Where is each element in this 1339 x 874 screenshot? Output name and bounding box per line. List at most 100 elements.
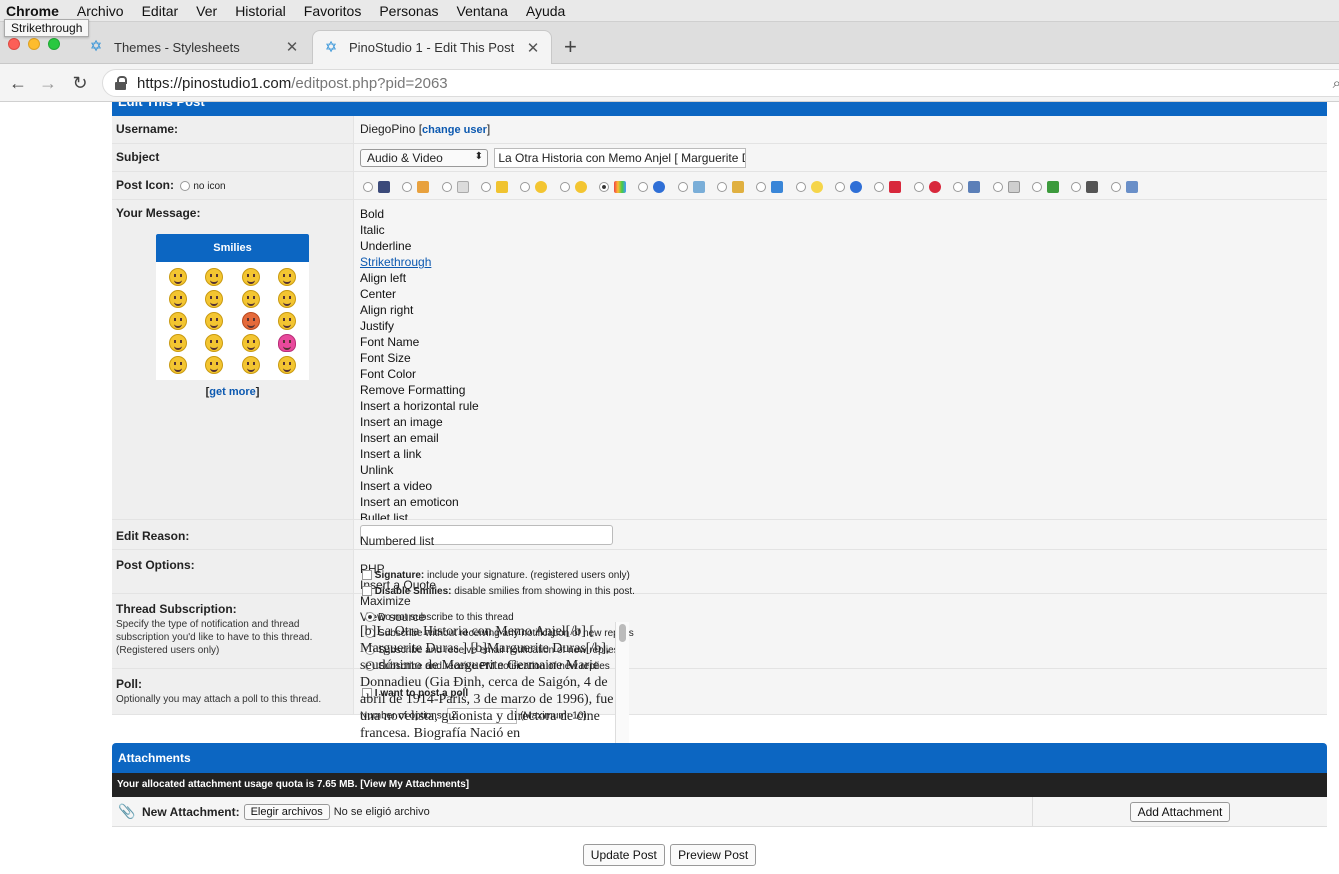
magnifier-icon[interactable]: ⌕ [1333,75,1339,92]
disable-smilies-checkbox[interactable] [362,586,372,597]
cmd-font-size[interactable]: Font Size [360,350,1321,366]
new-tab-icon[interactable]: + [564,36,577,58]
scroll-thumb[interactable] [619,624,626,642]
icon-radio[interactable] [1031,181,1042,192]
lock-icon[interactable] [115,76,127,90]
menu-archivo[interactable]: Archivo [77,3,124,19]
cool-icon[interactable] [241,268,260,286]
address-bar[interactable]: https://pinostudio1.com/editpost.php?pid… [102,69,1339,97]
icon-radio[interactable] [677,181,688,192]
forward-arrow-icon[interactable]: → [38,73,58,93]
shy-icon[interactable] [241,290,260,308]
cmd-unlink[interactable]: Unlink [360,462,1321,478]
wink-icon[interactable] [205,268,224,286]
back-arrow-icon[interactable]: ← [8,73,28,93]
close-window-button[interactable] [8,38,20,50]
cmd-align-right[interactable]: Align right [360,302,1321,318]
zoom-window-button[interactable] [48,38,60,50]
angel-icon[interactable] [205,312,224,330]
icon-radio[interactable] [520,181,531,192]
icon-radio[interactable] [717,181,728,192]
get-more-link[interactable]: get more [209,386,255,398]
signature-checkbox[interactable] [362,570,372,581]
subject-input[interactable]: La Otra Historia con Memo Anjel [ Margue… [494,148,747,168]
choose-files-button[interactable]: Elegir archivos [243,803,330,820]
textarea-scrollbar[interactable] [615,622,629,760]
icon-radio[interactable] [441,181,452,192]
icon-radio[interactable] [756,181,767,192]
cmd-insert-image[interactable]: Insert an image [360,414,1321,430]
icon-radio[interactable] [1110,181,1121,192]
icon-radio[interactable] [953,181,964,192]
icon-radio[interactable] [992,181,1003,192]
tongue-icon[interactable] [169,290,188,308]
icon-radio[interactable] [481,181,492,192]
cmd-insert-video[interactable]: Insert a video [360,478,1321,494]
sleepy-icon[interactable] [241,356,260,374]
cmd-insert-emoticon[interactable]: Insert an emoticon [360,494,1321,510]
undecided-icon[interactable] [277,356,296,374]
tab-edit-post[interactable]: ✡ PinoStudio 1 - Edit This Post ✕ [312,30,552,64]
cmd-numbered-list[interactable]: Numbered list [360,534,434,548]
menu-ver[interactable]: Ver [196,3,217,19]
icon-radio[interactable] [795,181,806,192]
icon-radio[interactable] [638,181,649,192]
close-icon[interactable]: ✕ [284,38,300,56]
cmd-font-color[interactable]: Font Color [360,366,1321,382]
sub-radio[interactable] [365,612,375,623]
add-attachment-button[interactable]: Add Attachment [1129,801,1231,822]
menu-ventana[interactable]: Ventana [457,3,508,19]
icon-radio[interactable] [363,181,373,192]
cmd-align-left[interactable]: Align left [360,270,1321,286]
no-icon-radio[interactable] [180,180,191,191]
preview-post-button[interactable]: Preview Post [670,844,757,866]
prefix-select[interactable]: Audio & Video ⬍ [360,149,488,167]
minimize-window-button[interactable] [28,38,40,50]
menu-app[interactable]: Chrome [6,3,59,19]
message-textarea[interactable]: [b]La Otra Historia con Memo Anjel[/b] [… [360,623,630,760]
reload-icon[interactable]: ↻ [70,73,90,93]
menu-personas[interactable]: Personas [379,3,438,19]
menu-editar[interactable]: Editar [142,3,179,19]
update-post-button[interactable]: Update Post [582,844,665,866]
icon-radio[interactable] [1071,181,1082,192]
dizzy-icon[interactable] [169,334,188,352]
huh-icon[interactable] [169,356,188,374]
confused-icon[interactable] [277,312,296,330]
cmd-font-name[interactable]: Font Name [360,334,1321,350]
exclamation-smilie-icon[interactable] [241,334,260,352]
cmd-horizontal-rule[interactable]: Insert a horizontal rule [360,398,1321,414]
cmd-strikethrough[interactable]: Strikethrough [360,254,1321,270]
icon-radio[interactable] [913,181,924,192]
cmd-center[interactable]: Center [360,286,1321,302]
icon-radio[interactable] [559,181,570,192]
sad-icon[interactable] [277,290,296,308]
menu-favoritos[interactable]: Favoritos [304,3,362,19]
cmd-insert-email[interactable]: Insert an email [360,430,1321,446]
heart-smilie-icon[interactable] [277,334,296,352]
cmd-justify[interactable]: Justify [360,318,1321,334]
change-user-link[interactable]: change user [422,124,487,136]
rolleyes-icon[interactable] [205,290,224,308]
icon-radio[interactable] [835,181,846,192]
at-icon[interactable] [169,312,188,330]
cmd-remove-formatting[interactable]: Remove Formatting [360,382,1321,398]
grin-icon[interactable] [277,268,296,286]
close-icon[interactable]: ✕ [525,39,541,57]
cmd-bold[interactable]: Bold [360,206,1321,222]
cmd-italic[interactable]: Italic [360,222,1321,238]
cmd-insert-link[interactable]: Insert a link [360,446,1321,462]
row-poll: Poll: Optionally you may attach a poll t… [112,669,1327,715]
icon-radio[interactable] [402,181,413,192]
idea-icon[interactable] [205,356,224,374]
glasses-icon[interactable] [205,334,224,352]
smile-icon[interactable] [169,268,188,286]
icon-radio-selected[interactable] [599,181,610,192]
menu-ayuda[interactable]: Ayuda [526,3,565,19]
menu-historial[interactable]: Historial [235,3,286,19]
attachments-quota[interactable]: Your allocated attachment usage quota is… [112,773,1327,797]
angry-icon[interactable] [241,312,260,330]
tab-themes[interactable]: ✡ Themes - Stylesheets ✕ [78,30,310,64]
cmd-underline[interactable]: Underline [360,238,1321,254]
icon-radio[interactable] [874,181,885,192]
